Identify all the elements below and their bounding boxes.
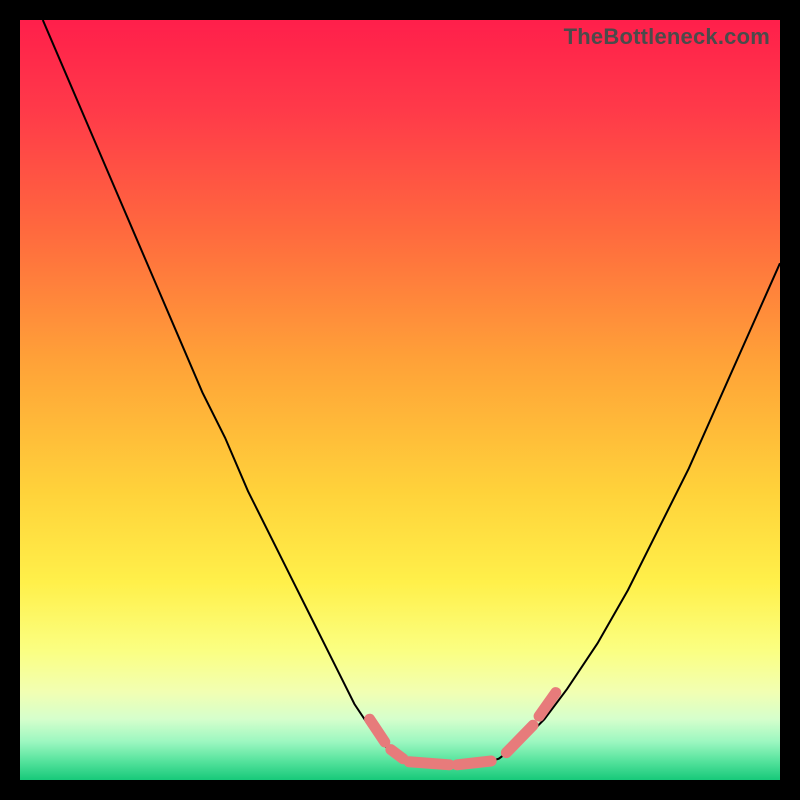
highlight-dash (391, 750, 403, 759)
highlight-dash (409, 762, 449, 765)
gradient-background (20, 20, 780, 780)
highlight-dash (457, 761, 491, 765)
bottleneck-chart (20, 20, 780, 780)
chart-frame: TheBottleneck.com (20, 20, 780, 780)
